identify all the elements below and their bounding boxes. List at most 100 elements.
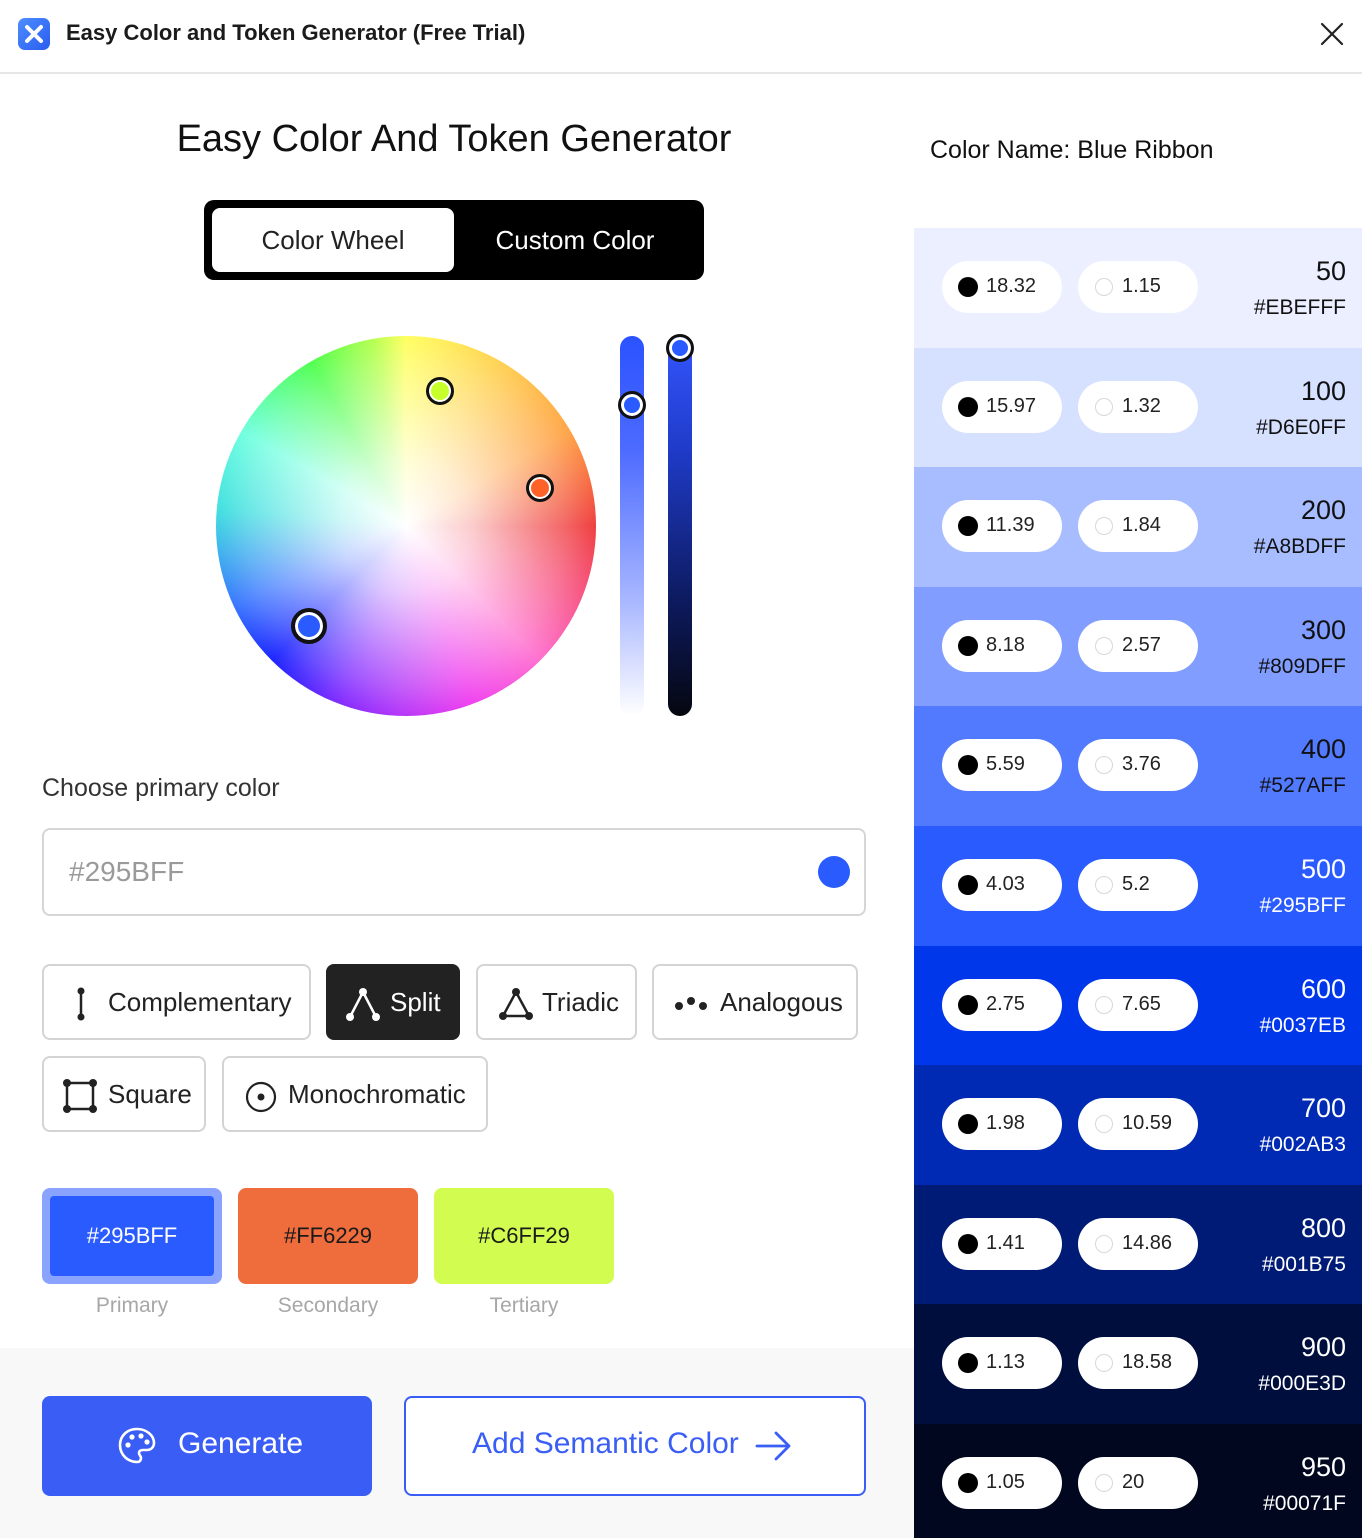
complementary-label: Complementary (108, 987, 292, 1017)
color-name: Color Name: Blue Ribbon (930, 136, 1214, 164)
split-icon (346, 988, 380, 1021)
triadic-button[interactable]: Triadic (476, 964, 637, 1040)
white-contrast-value: 1.15 (1122, 275, 1161, 297)
white-dot-icon (1095, 397, 1113, 416)
black-contrast-value: 8.18 (986, 633, 1025, 656)
darkness-slider[interactable] (668, 336, 692, 716)
mode-switcher: Color Wheel Custom Color (204, 200, 704, 280)
shade-row[interactable]: 11.39 1.84 200 #A8BDFF (914, 467, 1362, 587)
arrow-right-icon (755, 1431, 791, 1461)
white-contrast-pill: 1.32 (1078, 380, 1198, 433)
black-contrast-value: 11.39 (986, 514, 1035, 537)
shade-row[interactable]: 1.98 10.59 700 #002AB3 (914, 1065, 1362, 1185)
tab-custom-color[interactable]: Custom Color (454, 208, 696, 272)
shade-row[interactable]: 2.75 7.65 600 #0037EB (914, 945, 1362, 1066)
white-dot-icon (1095, 1234, 1113, 1253)
black-dot-icon (958, 994, 978, 1015)
analogous-label: Analogous (720, 987, 843, 1017)
white-dot-icon (1095, 636, 1113, 655)
black-dot-icon (958, 1353, 978, 1374)
tertiary-color-handle[interactable] (426, 377, 454, 405)
black-contrast-pill: 1.98 (942, 1098, 1062, 1151)
darkness-slider-knob[interactable] (666, 334, 694, 362)
primary-swatch-label: Primary (95, 1294, 169, 1317)
black-contrast-value: 1.98 (986, 1112, 1025, 1135)
secondary-color-handle[interactable] (526, 474, 554, 502)
add-semantic-color-button[interactable]: Add Semantic Color (404, 1396, 866, 1496)
white-contrast-pill: 1.15 (1078, 261, 1198, 313)
shade-step: 200 (1300, 495, 1346, 526)
title-bar: Easy Color and Token Generator (Free Tri… (0, 0, 1362, 74)
shade-row[interactable]: 4.03 5.2 500 #295BFF (914, 825, 1362, 946)
black-contrast-pill: 18.32 (942, 261, 1062, 313)
shade-step: 400 (1300, 734, 1346, 765)
black-contrast-value: 15.97 (986, 394, 1037, 417)
white-contrast-pill: 20 (1078, 1456, 1198, 1509)
white-contrast-pill: 5.2 (1078, 858, 1198, 911)
shade-step: 900 (1300, 1332, 1346, 1363)
monochromatic-icon (245, 1081, 277, 1113)
monochromatic-button[interactable]: Monochromatic (222, 1056, 488, 1132)
black-contrast-pill: 8.18 (942, 619, 1062, 672)
black-contrast-pill: 1.41 (942, 1217, 1062, 1270)
shade-step: 50 (1315, 256, 1346, 286)
primary-swatch[interactable]: #295BFF (42, 1188, 222, 1284)
black-contrast-value: 2.75 (986, 992, 1025, 1015)
primary-color-handle[interactable] (291, 608, 327, 644)
shade-row[interactable]: 1.41 14.86 800 #001B75 (914, 1184, 1362, 1305)
shade-hex: #EBEFFF (1253, 296, 1346, 319)
white-contrast-value: 20 (1122, 1470, 1145, 1493)
shade-step: 300 (1300, 614, 1346, 645)
close-icon[interactable] (1318, 20, 1346, 48)
color-wheel[interactable] (216, 336, 596, 716)
primary-hex-input[interactable]: #295BFF (42, 828, 866, 916)
white-dot-icon (1095, 875, 1113, 894)
white-contrast-value: 2.57 (1122, 633, 1161, 656)
shade-row[interactable]: 18.32 1.15 50 #EBEFFF (914, 228, 1362, 348)
black-contrast-value: 1.05 (986, 1470, 1025, 1493)
shade-hex: #809DFF (1258, 654, 1346, 678)
shade-row[interactable]: 8.18 2.57 300 #809DFF (914, 586, 1362, 707)
choose-primary-label: Choose primary color (42, 774, 280, 802)
black-dot-icon (958, 516, 978, 537)
complementary-button[interactable]: Complementary (42, 964, 311, 1040)
tertiary-swatch[interactable]: #C6FF29 (434, 1188, 614, 1284)
black-contrast-value: 4.03 (986, 872, 1025, 895)
black-contrast-value: 1.41 (986, 1231, 1025, 1254)
shade-step: 950 (1300, 1451, 1346, 1482)
shade-hex: #0037EB (1259, 1013, 1346, 1037)
black-dot-icon (958, 1472, 978, 1493)
primary-swatch-hex: #295BFF (50, 1196, 214, 1276)
black-dot-icon (958, 874, 978, 895)
generate-button[interactable]: Generate (42, 1396, 372, 1496)
primary-color-preview (818, 856, 850, 888)
secondary-swatch[interactable]: #FF6229 (238, 1188, 418, 1284)
shade-row[interactable]: 5.59 3.76 400 #527AFF (914, 706, 1362, 826)
shade-row[interactable]: 1.13 18.58 900 #000E3D (914, 1304, 1362, 1424)
white-contrast-value: 18.58 (1122, 1351, 1173, 1374)
shade-row[interactable]: 1.05 20 950 #00071F (914, 1423, 1362, 1538)
shade-row[interactable]: 15.97 1.32 100 #D6E0FF (914, 347, 1362, 468)
white-contrast-pill: 3.76 (1078, 739, 1198, 792)
white-contrast-pill: 10.59 (1078, 1098, 1198, 1151)
analogous-button[interactable]: Analogous (652, 964, 858, 1040)
window-title: Easy Color and Token Generator (Free Tri… (66, 20, 526, 45)
lightness-slider-knob[interactable] (618, 391, 646, 419)
split-button[interactable]: Split (326, 964, 460, 1040)
white-contrast-pill: 18.58 (1078, 1337, 1198, 1390)
black-dot-icon (958, 755, 978, 776)
page-title: Easy Color And Token Generator (176, 118, 732, 160)
complementary-icon (77, 987, 85, 1021)
square-button[interactable]: Square (42, 1056, 206, 1132)
black-dot-icon (958, 635, 978, 656)
white-contrast-pill: 14.86 (1078, 1217, 1198, 1270)
white-dot-icon (1095, 517, 1113, 536)
white-contrast-value: 7.65 (1122, 992, 1161, 1015)
black-contrast-pill: 11.39 (942, 500, 1062, 553)
tab-color-wheel[interactable]: Color Wheel (212, 208, 454, 272)
shade-hex: #527AFF (1259, 774, 1346, 798)
black-contrast-value: 1.13 (986, 1351, 1025, 1374)
black-dot-icon (958, 1114, 978, 1135)
shade-step: 700 (1300, 1093, 1346, 1124)
black-dot-icon (958, 396, 978, 417)
